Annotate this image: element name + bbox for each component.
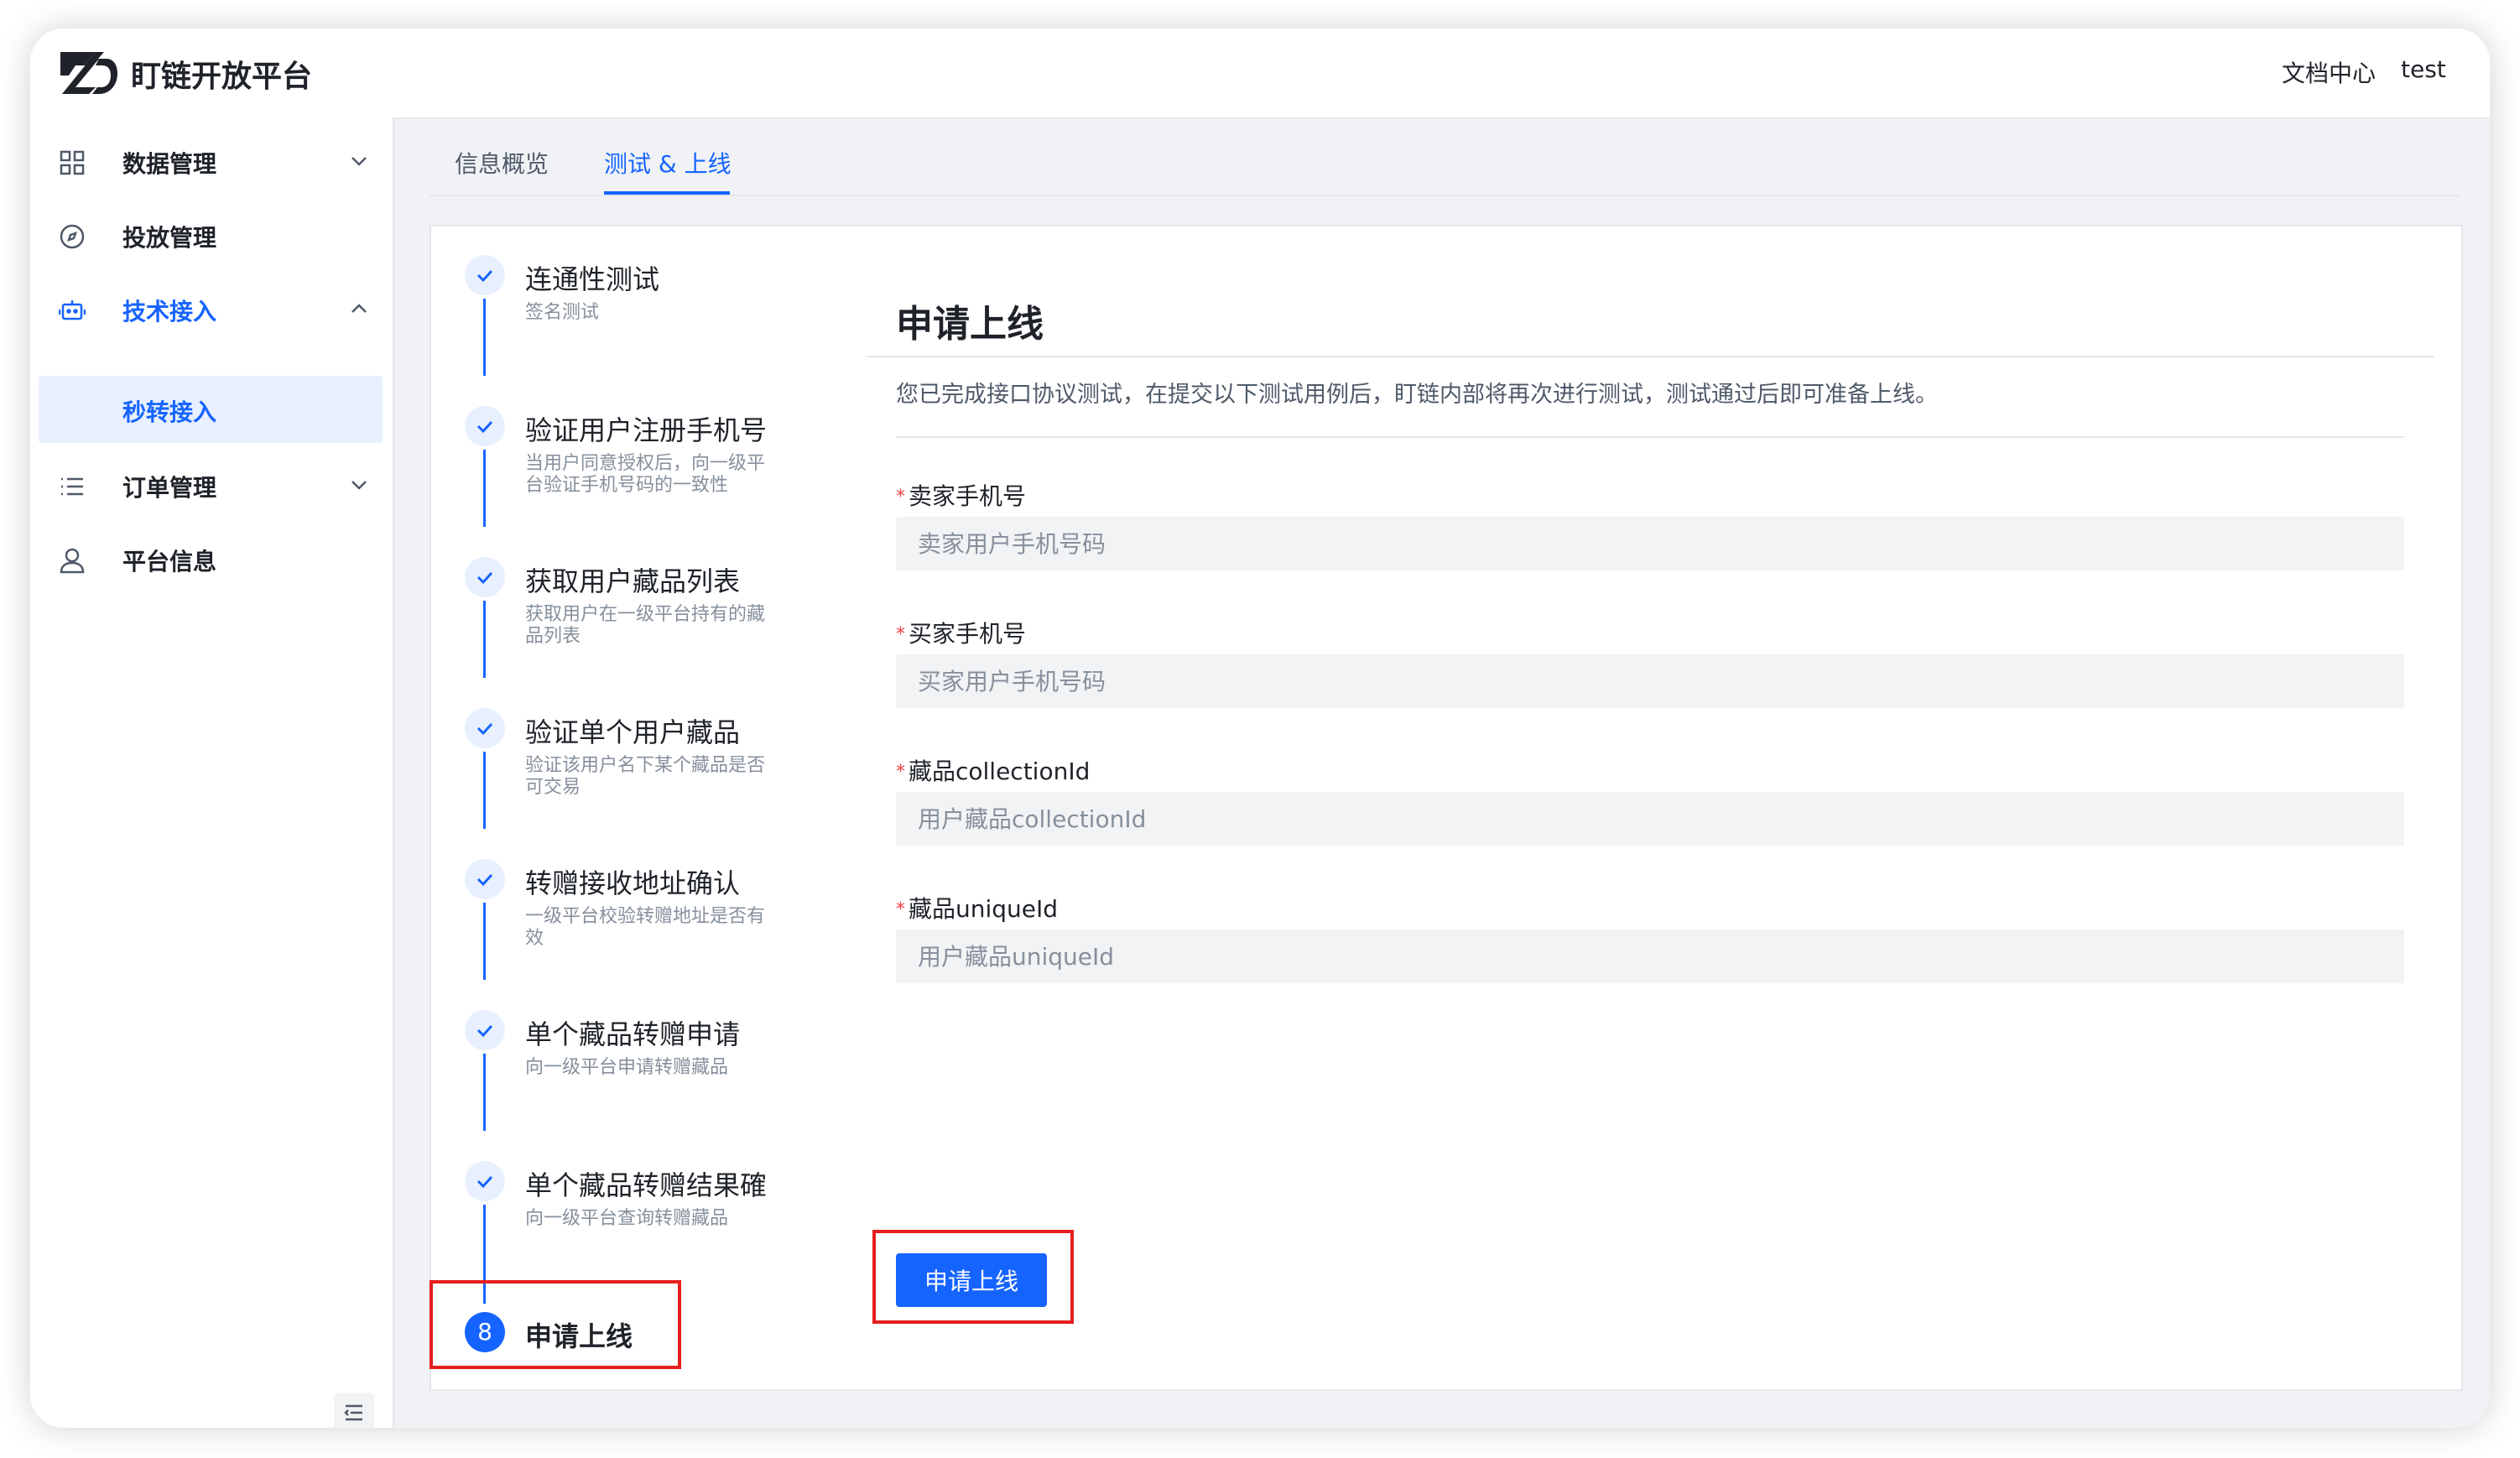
menu-fold-icon <box>344 1404 362 1421</box>
sidebar-item-tech-integration[interactable]: 技术接入 <box>39 275 383 342</box>
sidebar-item-platform-info[interactable]: 平台信息 <box>39 525 383 592</box>
step-description: 向一级平台查询转赠藏品 <box>525 1208 729 1229</box>
step-description: 签名测试 <box>525 302 600 323</box>
step-connector <box>483 903 486 980</box>
field-label-text: 藏品uniqueId <box>909 895 1059 923</box>
step-title: 获取用户藏品列表 <box>525 565 741 597</box>
chevron-down-icon <box>351 481 367 490</box>
sidebar-item-order-management[interactable]: 订单管理 <box>39 451 383 518</box>
sidebar-item-label: 平台信息 <box>122 548 217 575</box>
sidebar-item-data-management[interactable]: 数据管理 <box>39 128 383 195</box>
grid-icon <box>60 150 85 175</box>
required-mark: * <box>896 899 905 920</box>
required-mark: * <box>896 487 905 508</box>
check-icon <box>476 1024 493 1038</box>
check-icon <box>476 269 493 283</box>
user-menu[interactable]: test <box>2401 55 2446 83</box>
step-connector <box>483 1054 486 1131</box>
tab-divider <box>430 195 2460 196</box>
step-description: 当用户同意授权后，向一级平台验证手机号码的一致性 <box>525 453 766 496</box>
required-mark: * <box>896 624 905 645</box>
check-icon <box>476 873 493 887</box>
list-icon <box>61 477 83 496</box>
step-done-indicator <box>465 406 505 446</box>
step-connector <box>483 299 486 376</box>
collapse-sidebar-button[interactable] <box>334 1393 374 1428</box>
app-window: 盯链开放平台 文档中心 test 数据管理 投放管理 技术接入 秒转接入 订单管… <box>30 29 2490 1428</box>
tab-test-launch[interactable]: 测试 & 上线 <box>604 146 732 180</box>
step-description: 一级平台校验转赠地址是否有效 <box>525 906 766 949</box>
field-label-text: 卖家手机号 <box>909 482 1027 510</box>
field-label-text: 买家手机号 <box>909 620 1027 648</box>
chevron-down-icon <box>351 157 367 166</box>
buyer-phone-label: * 买家手机号 <box>896 616 1026 649</box>
tab-info-overview[interactable]: 信息概览 <box>455 146 549 180</box>
sidebar-item-label: 订单管理 <box>122 474 217 502</box>
sidebar-item-label: 技术接入 <box>122 298 217 325</box>
panel-divider <box>867 356 2434 357</box>
robot-icon <box>59 300 86 320</box>
step-title: 转赠接收地址确认 <box>525 867 741 899</box>
sidebar-item-instant-transfer[interactable]: 秒转接入 <box>39 376 383 443</box>
check-icon <box>476 571 493 585</box>
seller-phone-label: * 卖家手机号 <box>896 478 1026 512</box>
panel-title: 申请上线 <box>896 303 1044 346</box>
brand-logo-icon <box>60 52 117 94</box>
sidebar-item-ad-management[interactable]: 投放管理 <box>39 201 383 268</box>
step-connector <box>483 450 486 527</box>
sidebar-item-label: 投放管理 <box>122 224 217 252</box>
step-description: 验证该用户名下某个藏品是否可交易 <box>525 755 766 798</box>
step-title: 连通性测试 <box>525 263 660 295</box>
main-card: 连通性测试 签名测试 验证用户注册手机号 当用户同意授权后，向一级平台验证手机号… <box>430 225 2463 1391</box>
collection-id-input[interactable] <box>896 792 2404 846</box>
step-connector <box>483 601 486 678</box>
highlight-box <box>430 1280 681 1369</box>
step-description: 向一级平台申请转赠藏品 <box>525 1057 729 1078</box>
panel-description: 您已完成接口协议测试，在提交以下测试用例后，盯链内部将再次进行测试，测试通过后即… <box>896 382 1938 408</box>
step-title: 单个藏品转赠结果確 <box>525 1169 768 1201</box>
step-done-indicator <box>465 557 505 597</box>
step-title: 验证用户注册手机号 <box>525 414 768 446</box>
check-icon <box>476 1175 493 1189</box>
highlight-box <box>872 1230 1074 1324</box>
user-icon <box>60 548 85 574</box>
tab-active-indicator <box>604 191 730 195</box>
docs-center-link[interactable]: 文档中心 <box>2282 55 2376 89</box>
check-icon <box>476 722 493 736</box>
step-done-indicator <box>465 859 505 899</box>
unique-id-label: * 藏品uniqueId <box>896 891 1058 924</box>
step-description: 获取用户在一级平台持有的藏品列表 <box>525 604 766 647</box>
description-divider <box>896 436 2404 438</box>
sidebar: 数据管理 投放管理 技术接入 秒转接入 订单管理 平台信息 <box>30 117 394 1428</box>
step-title: 验证单个用户藏品 <box>525 716 741 748</box>
chevron-up-icon <box>351 304 367 313</box>
top-bar: 盯链开放平台 文档中心 test <box>30 29 2490 119</box>
field-label-text: 藏品collectionId <box>909 758 1091 785</box>
sidebar-item-label: 秒转接入 <box>122 398 217 426</box>
collection-id-label: * 藏品collectionId <box>896 753 1090 787</box>
step-connector <box>483 752 486 829</box>
required-mark: * <box>896 762 905 783</box>
step-done-indicator <box>465 1010 505 1050</box>
seller-phone-input[interactable] <box>896 517 2404 570</box>
step-done-indicator <box>465 708 505 748</box>
step-title: 单个藏品转赠申请 <box>525 1018 741 1050</box>
brand-name: 盯链开放平台 <box>131 60 313 94</box>
step-done-indicator <box>465 1161 505 1201</box>
unique-id-input[interactable] <box>896 929 2404 983</box>
check-icon <box>476 420 493 434</box>
sidebar-item-label: 数据管理 <box>122 150 217 178</box>
compass-icon <box>60 224 85 249</box>
buyer-phone-input[interactable] <box>896 654 2404 708</box>
step-done-indicator <box>465 255 505 295</box>
